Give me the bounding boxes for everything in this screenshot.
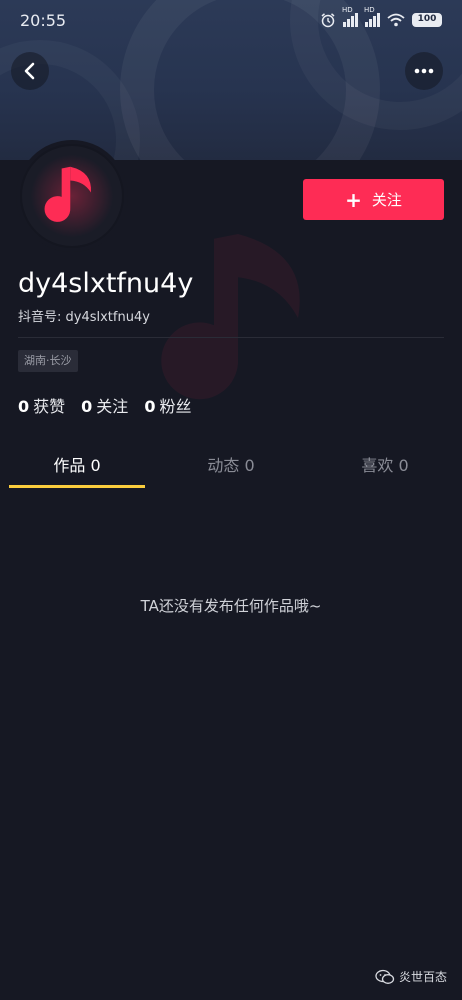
follow-label: 关注 xyxy=(371,191,402,209)
signal-icon-2: HD xyxy=(364,6,380,27)
more-button[interactable] xyxy=(405,52,443,90)
plus-icon: + xyxy=(345,187,362,212)
tab-dynamics[interactable]: 动态 0 xyxy=(154,446,308,490)
watermark-text: 炎世百态 xyxy=(399,970,448,984)
username: dy4slxtfnu4y xyxy=(18,268,194,299)
stats-row: 0 获赞 0 关注 0 粉丝 xyxy=(18,393,191,417)
battery-indicator: 100 xyxy=(412,13,442,27)
signal-icon: HD xyxy=(342,6,358,27)
wifi-icon xyxy=(387,13,405,27)
divider xyxy=(18,337,444,338)
tab-likes[interactable]: 喜欢 0 xyxy=(308,446,462,490)
watermark-brand: 炎世百态 xyxy=(375,968,447,985)
more-dots-icon xyxy=(414,68,434,74)
location-tag: 湖南·长沙 xyxy=(18,350,78,372)
stat-followers[interactable]: 0 粉丝 xyxy=(144,393,191,417)
alarm-icon xyxy=(321,13,335,28)
empty-state-message: TA还没有发布任何作品哦~ xyxy=(140,597,322,615)
status-time: 20:55 xyxy=(20,10,67,30)
tab-works[interactable]: 作品 0 xyxy=(0,446,154,490)
status-bar: 20:55 HD HD 100 xyxy=(0,0,462,40)
content-area xyxy=(0,490,462,1000)
profile-tabs: 作品 0 动态 0 喜欢 0 xyxy=(0,446,462,490)
douyin-id: 抖音号: dy4slxtfnu4y xyxy=(18,310,150,325)
follow-button[interactable]: + 关注 xyxy=(303,179,444,220)
back-button[interactable] xyxy=(11,52,49,90)
stat-likes[interactable]: 0 获赞 xyxy=(18,393,65,417)
chevron-left-icon xyxy=(24,62,35,80)
avatar[interactable] xyxy=(16,140,128,252)
wechat-icon xyxy=(375,969,395,984)
music-note-icon xyxy=(30,154,114,238)
stat-following[interactable]: 0 关注 xyxy=(81,393,128,417)
